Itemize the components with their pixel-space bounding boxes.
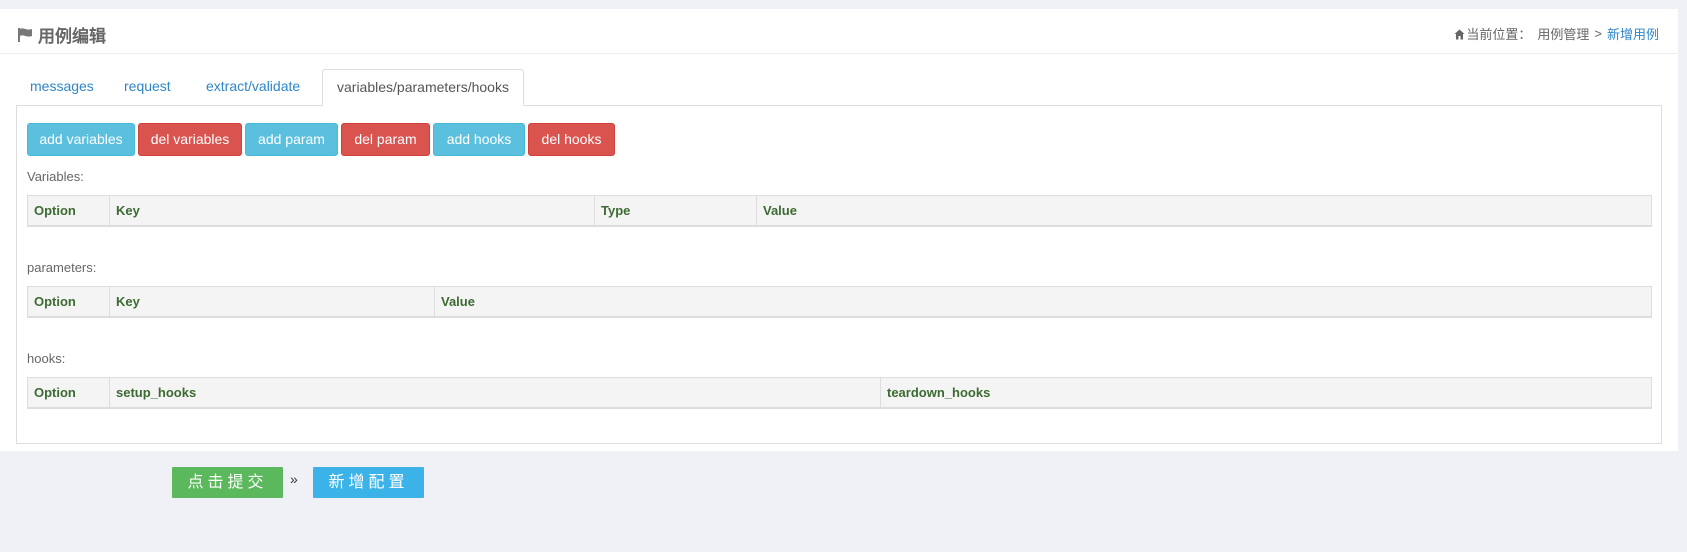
panel-header: 用例编辑 当前位置： 用例管理 > 新增用例 bbox=[0, 9, 1678, 54]
page-title-text: 用例编辑 bbox=[38, 27, 106, 46]
breadcrumb-current-link[interactable]: 新增用例 bbox=[1607, 24, 1659, 43]
tab-extract-validate[interactable]: extract/validate bbox=[192, 69, 314, 105]
del-param-button[interactable]: del param bbox=[341, 123, 430, 156]
parameters-col-key: Key bbox=[110, 287, 435, 317]
del-variables-button[interactable]: del variables bbox=[138, 123, 242, 156]
variables-col-option: Option bbox=[28, 196, 110, 226]
parameters-table: Option Key Value bbox=[27, 286, 1652, 318]
hooks-table: Option setup_hooks teardown_hooks bbox=[27, 377, 1652, 409]
tab-variables-parameters-hooks[interactable]: variables/parameters/hooks bbox=[322, 69, 524, 106]
add-config-button[interactable]: 新增配置 bbox=[313, 467, 424, 498]
add-hooks-button[interactable]: add hooks bbox=[433, 123, 525, 156]
variables-col-key: Key bbox=[110, 196, 595, 226]
tab-request[interactable]: request bbox=[110, 69, 185, 105]
parameters-label: parameters: bbox=[27, 260, 97, 275]
variables-table: Option Key Type Value bbox=[27, 195, 1652, 227]
add-param-button[interactable]: add param bbox=[245, 123, 338, 156]
breadcrumb-prefix: 当前位置： bbox=[1466, 27, 1532, 42]
hooks-col-setup-hooks: setup_hooks bbox=[110, 378, 881, 408]
tab-bar: messages request extract/validate variab… bbox=[16, 69, 1662, 106]
submit-button[interactable]: 点击提交 bbox=[172, 467, 283, 498]
breadcrumb-parent: 用例管理 bbox=[1537, 27, 1590, 42]
hooks-col-teardown-hooks: teardown_hooks bbox=[887, 385, 991, 400]
parameters-col-option: Option bbox=[28, 287, 110, 317]
flag-icon bbox=[17, 27, 35, 43]
add-variables-button[interactable]: add variables bbox=[27, 123, 135, 156]
case-edit-panel: 用例编辑 当前位置： 用例管理 > 新增用例 messages request … bbox=[0, 9, 1678, 451]
home-icon bbox=[1454, 28, 1465, 40]
hooks-label: hooks: bbox=[27, 351, 66, 366]
breadcrumb-separator: > bbox=[1594, 26, 1602, 41]
parameters-col-value: Value bbox=[441, 294, 475, 309]
page-title: 用例编辑 bbox=[17, 22, 106, 47]
tab-messages[interactable]: messages bbox=[16, 69, 108, 105]
tab-pane-variables: add variables del variables add param de… bbox=[16, 105, 1662, 444]
variables-col-type: Type bbox=[595, 196, 757, 226]
hooks-col-option: Option bbox=[28, 378, 110, 408]
variables-label: Variables: bbox=[27, 169, 84, 184]
variables-col-value: Value bbox=[763, 203, 797, 218]
double-arrow-icon: » bbox=[290, 471, 298, 487]
del-hooks-button[interactable]: del hooks bbox=[528, 123, 615, 156]
breadcrumb: 当前位置： 用例管理 > 新增用例 bbox=[1454, 24, 1659, 43]
